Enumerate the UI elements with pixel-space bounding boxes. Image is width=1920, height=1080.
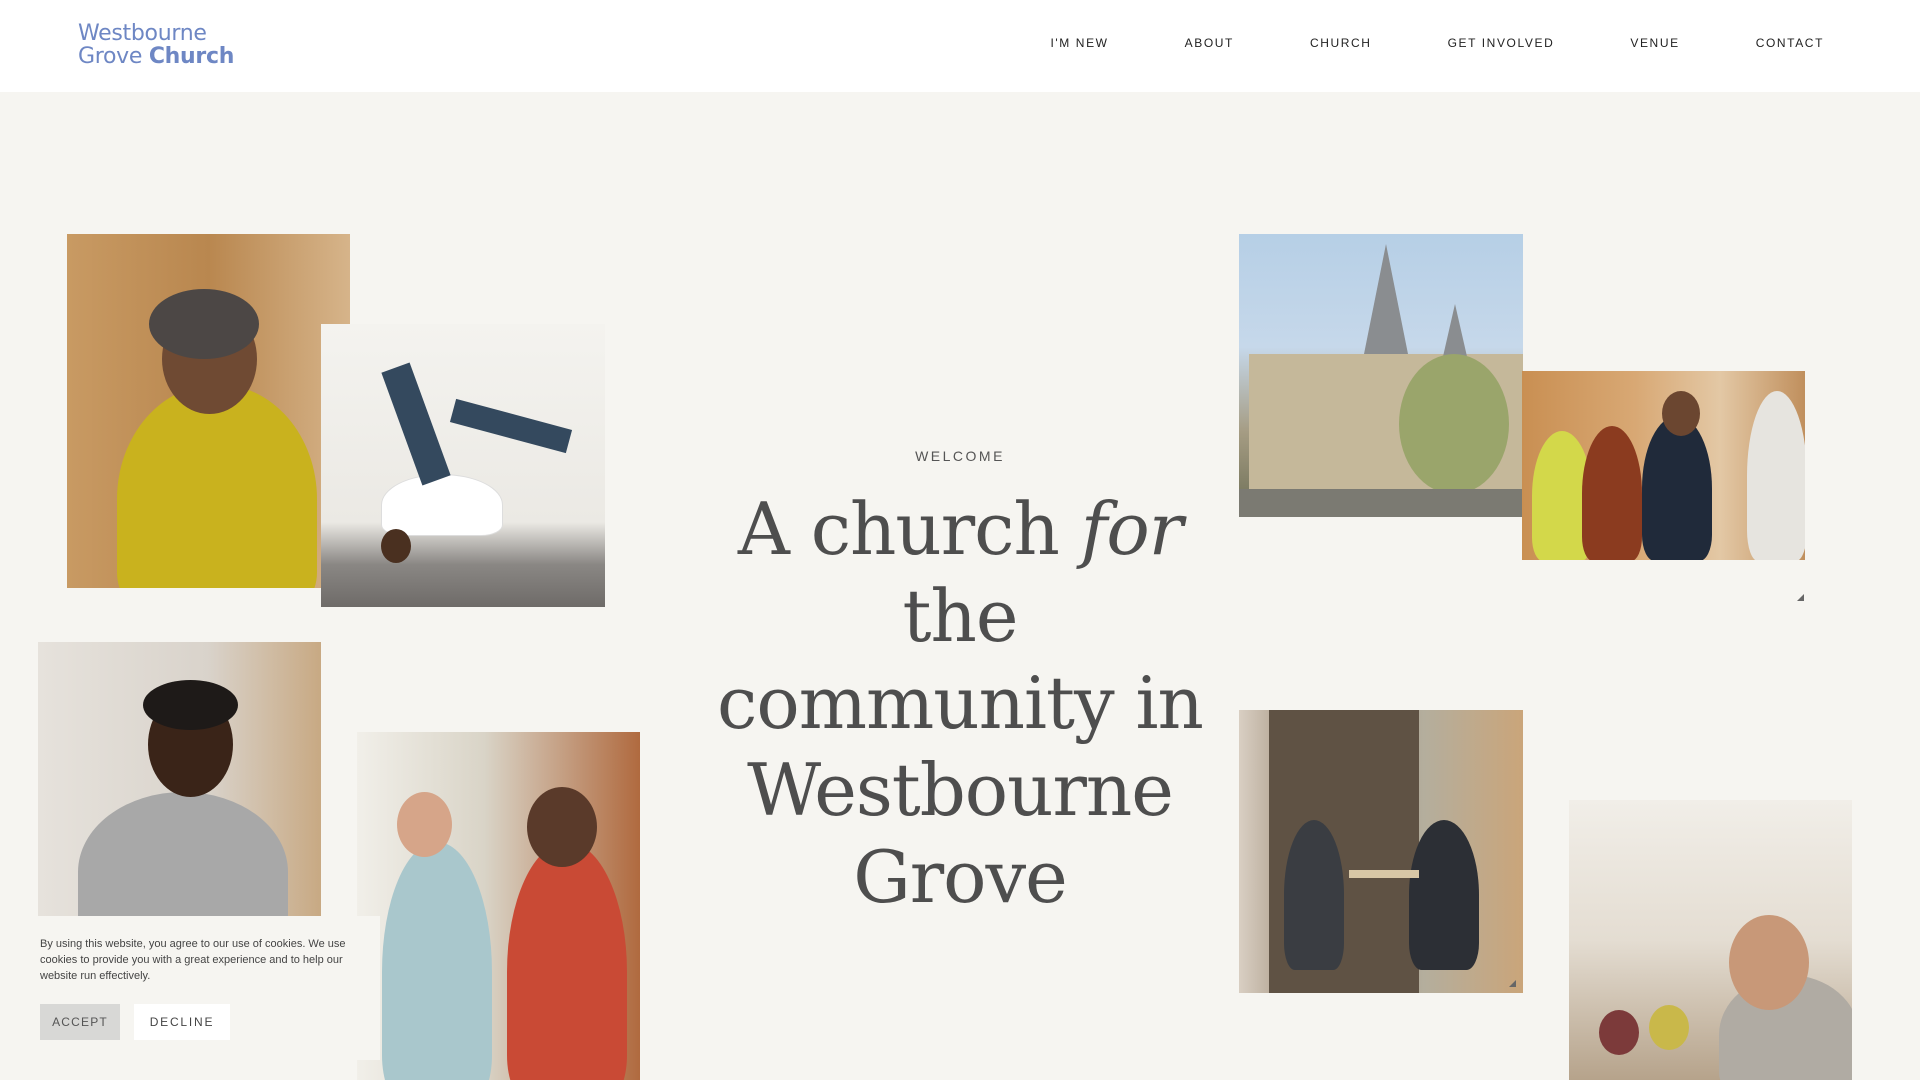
main-nav: I'M NEW ABOUT CHURCH GET INVOLVED VENUE … xyxy=(974,36,1824,50)
photo-man-in-congregation xyxy=(1569,800,1852,1080)
photo-woman-on-phone xyxy=(38,642,321,916)
hero-title-part-d: Westbourne xyxy=(747,748,1174,832)
hero-title-part-c: community in xyxy=(717,661,1204,745)
hero-title-part-e: Grove xyxy=(853,835,1068,919)
hero-title: A church for the community in Westbourne… xyxy=(680,486,1240,921)
photo-breakdancer xyxy=(321,324,605,607)
hero-eyebrow: WELCOME xyxy=(915,448,1005,464)
decline-cookies-button[interactable]: DECLINE xyxy=(134,1004,230,1040)
nav-contact[interactable]: CONTACT xyxy=(1756,36,1824,50)
nav-venue[interactable]: VENUE xyxy=(1630,36,1679,50)
resize-handle-icon-2 xyxy=(1509,980,1516,987)
photo-church-building xyxy=(1239,234,1523,517)
nav-get-involved[interactable]: GET INVOLVED xyxy=(1448,36,1555,50)
nav-church[interactable]: CHURCH xyxy=(1310,36,1372,50)
cookie-text: By using this website, you agree to our … xyxy=(40,938,346,982)
cookie-banner: By using this website, you agree to our … xyxy=(26,916,380,1060)
site-logo[interactable]: Westbourne Grove Church xyxy=(78,22,234,68)
logo-word-church: Church xyxy=(148,44,235,69)
accept-cookies-button[interactable]: ACCEPT xyxy=(40,1004,120,1040)
hero-title-part-b: the xyxy=(902,574,1019,658)
nav-about[interactable]: ABOUT xyxy=(1185,36,1234,50)
photo-couple-talking xyxy=(357,732,640,1080)
nav-im-new[interactable]: I'M NEW xyxy=(1050,36,1108,50)
photo-group-conversation xyxy=(1522,371,1805,560)
site-header: Westbourne Grove Church I'M NEW ABOUT CH… xyxy=(0,0,1920,92)
hero-title-part-a: A church xyxy=(737,487,1060,571)
hero-title-emphasis: for xyxy=(1080,487,1183,571)
logo-word-grove: Grove xyxy=(78,44,143,69)
resize-handle-icon xyxy=(1797,594,1804,601)
photo-two-men-at-table xyxy=(1239,710,1523,993)
logo-line-2: Grove Church xyxy=(78,45,234,68)
logo-line-1: Westbourne xyxy=(78,21,207,46)
photo-woman-yellow-jacket xyxy=(67,234,350,588)
